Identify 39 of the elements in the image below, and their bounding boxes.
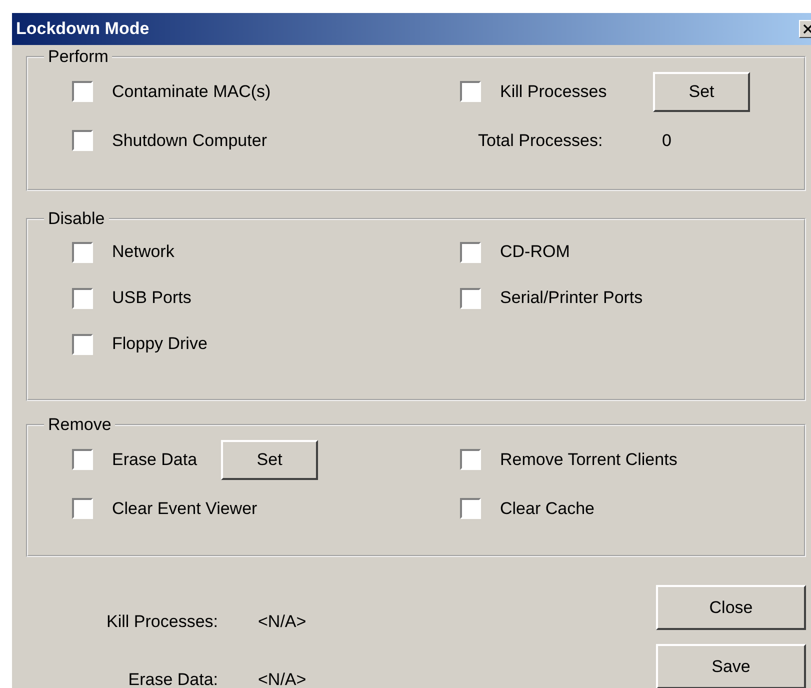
checkbox-label: Clear Cache <box>500 498 594 518</box>
checkbox[interactable] <box>460 81 481 102</box>
status-label: Erase Data: <box>127 670 218 688</box>
checkbox-label: Contaminate MAC(s) <box>112 82 271 102</box>
window-title: Lockdown Mode <box>16 19 150 39</box>
checkbox-label: Network <box>112 242 174 262</box>
checkbox[interactable] <box>72 334 93 354</box>
checkbox[interactable] <box>460 449 481 470</box>
checkbox[interactable] <box>72 130 93 151</box>
group-title: Perform <box>47 47 110 67</box>
status-value: <N/A> <box>258 612 306 632</box>
group-title: Disable <box>47 209 106 229</box>
checkbox-label: Floppy Drive <box>112 334 208 354</box>
status-value: <N/A> <box>258 670 306 688</box>
checkbox-label: USB Ports <box>112 288 192 308</box>
dialog-button[interactable]: Save <box>656 644 806 688</box>
set-button[interactable]: Set <box>221 440 318 480</box>
info-label: Total Processes: <box>478 130 604 150</box>
checkbox[interactable] <box>72 449 93 470</box>
dialog-button[interactable]: Close <box>656 585 806 630</box>
checkbox-label: Kill Processes <box>500 82 607 102</box>
group-title: Remove <box>47 415 112 435</box>
checkbox[interactable] <box>460 242 481 262</box>
checkbox[interactable] <box>72 81 93 102</box>
checkbox[interactable] <box>72 288 93 308</box>
checkbox-label: Serial/Printer Ports <box>500 288 643 308</box>
checkbox[interactable] <box>72 498 93 519</box>
status-label: Kill Processes: <box>106 612 218 632</box>
checkbox-label: Remove Torrent Clients <box>500 450 678 470</box>
checkbox-label: CD-ROM <box>500 242 570 262</box>
checkbox-label: Erase Data <box>112 450 198 470</box>
info-value: 0 <box>662 130 672 150</box>
checkbox-label: Clear Event Viewer <box>112 498 258 518</box>
checkbox[interactable] <box>72 242 93 262</box>
checkbox[interactable] <box>460 498 481 519</box>
checkbox-label: Shutdown Computer <box>112 130 267 150</box>
close-icon <box>803 24 811 34</box>
checkbox[interactable] <box>460 288 481 308</box>
set-button[interactable]: Set <box>653 72 750 112</box>
